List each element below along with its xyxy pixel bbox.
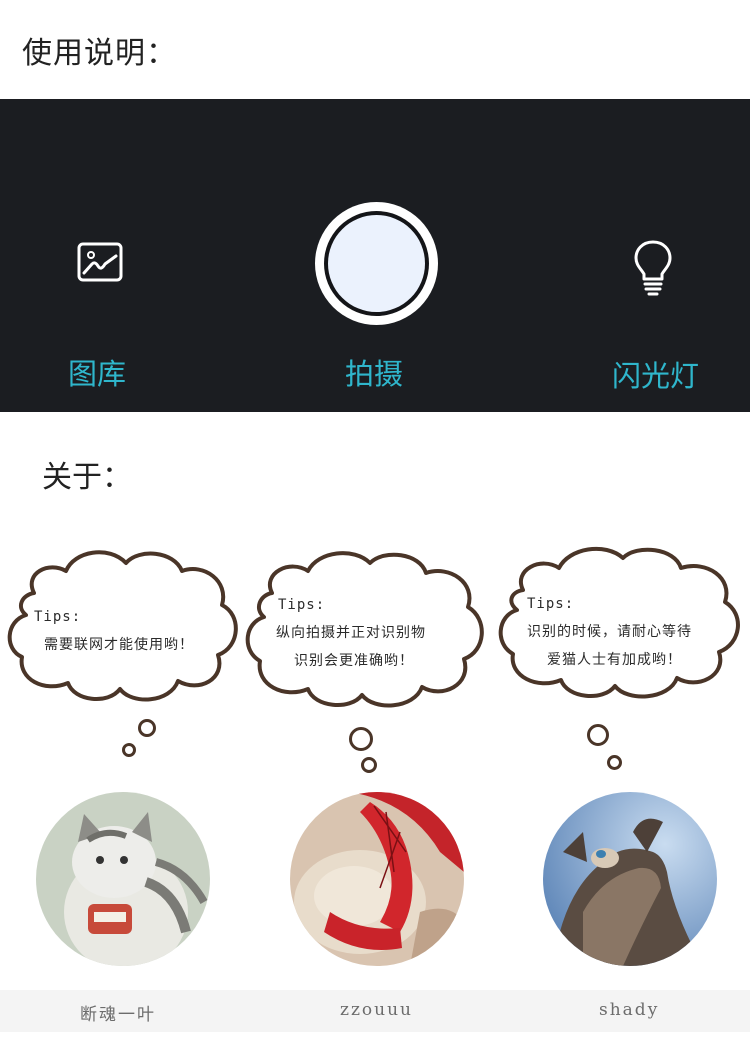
shoot-label[interactable]: 拍摄 xyxy=(345,351,403,393)
flash-label[interactable]: 闪光灯 xyxy=(612,353,699,395)
usage-title: 使用说明： xyxy=(22,36,177,71)
cartoon-cat-avatar xyxy=(36,792,210,966)
lightbulb-icon[interactable] xyxy=(632,239,674,299)
fluffy-kitten-image xyxy=(543,792,717,966)
gallery-label[interactable]: 图库 xyxy=(68,351,126,393)
member-name: 断魂一叶 xyxy=(80,1005,156,1025)
thought-bubble xyxy=(122,743,136,757)
thought-bubble xyxy=(587,724,609,746)
member-name: shady xyxy=(599,1000,660,1020)
about-title: 关于： xyxy=(42,460,132,495)
tip-cloud-2: Tips: 纵向拍摄并正对识别物 识别会更准确哟！ xyxy=(244,547,488,717)
tip-text-line: 识别会更准确哟！ xyxy=(294,653,414,669)
tip-text-line: 识别的时候，请耐心等待 xyxy=(527,624,692,640)
tips-label: Tips: xyxy=(278,597,326,613)
tip-text-line: 需要联网才能使用哟！ xyxy=(44,637,194,653)
fluffy-kitten-avatar xyxy=(543,792,717,966)
camera-panel: 图库 拍摄 闪光灯 xyxy=(0,99,750,412)
tip-text-line: 纵向拍摄并正对识别物 xyxy=(276,625,426,641)
tip-cloud-3: Tips: 识别的时候，请耐心等待 爱猫人士有加成哟！ xyxy=(497,542,745,707)
tips-label: Tips: xyxy=(34,609,82,625)
tip-cloud-1: Tips: 需要联网才能使用哟！ xyxy=(4,543,244,713)
gallery-icon[interactable] xyxy=(77,242,123,282)
thought-bubble xyxy=(349,727,373,751)
thought-bubble xyxy=(138,719,156,737)
tips-label: Tips: xyxy=(527,596,575,612)
spiderman-cat-image xyxy=(290,792,464,966)
cloud-shape xyxy=(7,550,238,702)
member-name: zzouuu xyxy=(340,1000,413,1020)
thought-bubble xyxy=(361,757,377,773)
cartoon-cat-image xyxy=(36,792,210,966)
shutter-core xyxy=(328,215,425,312)
spiderman-cat-avatar xyxy=(290,792,464,966)
shutter-ring xyxy=(324,211,429,316)
tip-text-line: 爱猫人士有加成哟！ xyxy=(547,652,682,668)
thought-bubble xyxy=(607,755,622,770)
shutter-button[interactable] xyxy=(315,202,438,325)
